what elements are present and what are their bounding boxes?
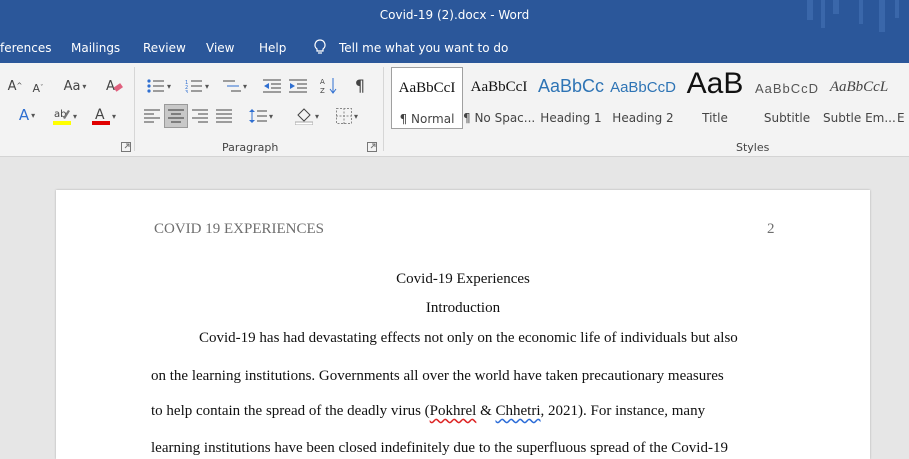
style-name: Subtitle [763, 111, 811, 125]
style-subtle-emphasis[interactable]: AaBbCcL Subtle Em... [823, 67, 895, 129]
align-right-icon[interactable] [190, 107, 210, 125]
borders-button[interactable]: ▾ [330, 106, 364, 126]
show-formatting-marks-icon[interactable]: ¶ [350, 75, 370, 95]
highlight-color-button[interactable]: ab ▾ [50, 105, 80, 127]
style-name: Heading 2 [612, 111, 674, 125]
line-spacing-icon [248, 109, 267, 123]
lightbulb-icon[interactable] [313, 39, 327, 58]
style-heading-1[interactable]: AaBbCc Heading 1 [535, 67, 607, 129]
change-case-label: Aa [63, 78, 81, 94]
font-color-icon: A [91, 107, 110, 125]
style-name: Subtle Em... [823, 111, 895, 125]
bullets-button[interactable]: ▾ [142, 77, 176, 95]
style-heading-2[interactable]: AaBbCcD Heading 2 [607, 67, 679, 129]
style-name: Heading 1 [540, 111, 602, 125]
style-emphasis[interactable]: E [895, 67, 909, 129]
style-no-spacing[interactable]: AaBbCcI ¶ No Spac... [463, 67, 535, 129]
style-title[interactable]: AaB Title [679, 67, 751, 129]
paragraph-line: on the learning institutions. Government… [151, 368, 724, 384]
grow-font-icon[interactable]: A ^ [6, 77, 24, 95]
ribbon: A ^ Aˇ Aa ▾ A A ▾ ab ▾ A ▾ ▾ 1 2 3 ▾ ▾ AZ ¶ [0, 63, 909, 157]
bullets-icon [147, 79, 164, 93]
style-subtitle[interactable]: AaBbCcD Subtitle [751, 67, 823, 129]
paragraph-line: learning institutions have been closed i… [151, 440, 728, 456]
page-number: 2 [767, 221, 775, 237]
grammar-flag[interactable]: Chhetri [496, 403, 541, 419]
paragraph-dialog-launcher-icon[interactable] [366, 141, 378, 153]
align-left-icon[interactable] [142, 107, 162, 125]
title-bar-pattern [807, 0, 899, 32]
text-effects-icon: A [18, 106, 30, 124]
paint-bucket-icon [294, 108, 313, 125]
paragraph-line: to help contain the spread of the deadly… [151, 403, 705, 420]
tab-help[interactable]: Help [259, 41, 286, 55]
paragraph-group-label: Paragraph [222, 141, 279, 154]
multilevel-list-icon [222, 80, 241, 92]
line-spacing-button[interactable]: ▾ [244, 107, 278, 125]
svg-text:3: 3 [185, 90, 188, 93]
text-run: , 2021). For instance, many [540, 403, 706, 419]
spelling-error[interactable]: Pokhrel [430, 403, 477, 419]
shading-button[interactable]: ▾ [290, 106, 324, 126]
borders-icon [335, 108, 352, 124]
ribbon-tabs: ferences Mailings Review View Help Tell … [0, 32, 909, 63]
style-name: ¶ No Spac... [463, 111, 535, 125]
numbering-button[interactable]: 1 2 3 ▾ [180, 77, 214, 95]
styles-group-label: Styles [736, 141, 770, 154]
window-title: Covid-19 (2).docx - Word [379, 8, 530, 22]
style-sample: AaBbCcD [754, 81, 820, 96]
style-sample: AaBbCcI [470, 79, 528, 95]
change-case-button[interactable]: Aa ▾ [60, 77, 90, 95]
tab-mailings[interactable]: Mailings [71, 41, 120, 55]
tab-review[interactable]: Review [143, 41, 186, 55]
align-center-icon [168, 109, 184, 123]
document-page[interactable]: COVID 19 EXPERIENCES 2 Covid-19 Experien… [56, 190, 870, 459]
section-heading: Introduction [425, 300, 501, 316]
text-run: to help contain the spread of the deadly… [151, 403, 430, 419]
font-dialog-launcher-icon[interactable] [120, 141, 132, 153]
decrease-indent-icon[interactable] [262, 77, 282, 95]
style-sample: AaBbCcI [398, 80, 456, 96]
style-name: Title [702, 111, 728, 125]
ribbon-separator [383, 67, 384, 151]
sort-icon[interactable]: AZ [318, 75, 340, 95]
multilevel-list-button[interactable]: ▾ [218, 77, 252, 95]
clear-formatting-icon[interactable]: A [104, 76, 124, 96]
svg-text:A: A [320, 78, 325, 86]
style-sample: AaBbCc [537, 76, 605, 96]
shrink-font-icon[interactable]: Aˇ [30, 79, 46, 97]
svg-text:A: A [106, 79, 115, 94]
svg-text:A: A [95, 107, 105, 123]
text-run: & [476, 403, 496, 419]
svg-text:Z: Z [320, 87, 325, 94]
style-sample: AaB [686, 67, 744, 100]
style-name: ¶ Normal [399, 112, 455, 126]
paragraph-line: Covid-19 has had devastating effects not… [199, 330, 738, 346]
running-head: COVID 19 EXPERIENCES [154, 221, 325, 237]
style-sample: AaBbCcD [610, 79, 676, 96]
align-center-button[interactable] [164, 104, 188, 128]
style-normal[interactable]: AaBbCcI ¶ Normal [391, 67, 463, 129]
font-color-button[interactable]: A ▾ [88, 105, 120, 127]
increase-indent-icon[interactable] [288, 77, 308, 95]
style-sample: AaBbCcL [829, 79, 889, 95]
tab-view[interactable]: View [206, 41, 234, 55]
text-effects-button[interactable]: A ▾ [10, 105, 44, 125]
title-bar: Covid-19 (2).docx - Word [0, 0, 909, 32]
ribbon-separator [134, 67, 135, 151]
numbering-icon: 123 [185, 80, 202, 93]
highlighter-icon: ab [52, 109, 71, 125]
tell-me-search[interactable]: Tell me what you want to do [339, 41, 508, 55]
tab-references[interactable]: ferences [0, 41, 52, 55]
document-title: Covid-19 Experiences [396, 271, 530, 287]
style-name: E [897, 111, 905, 125]
justify-icon[interactable] [214, 107, 234, 125]
